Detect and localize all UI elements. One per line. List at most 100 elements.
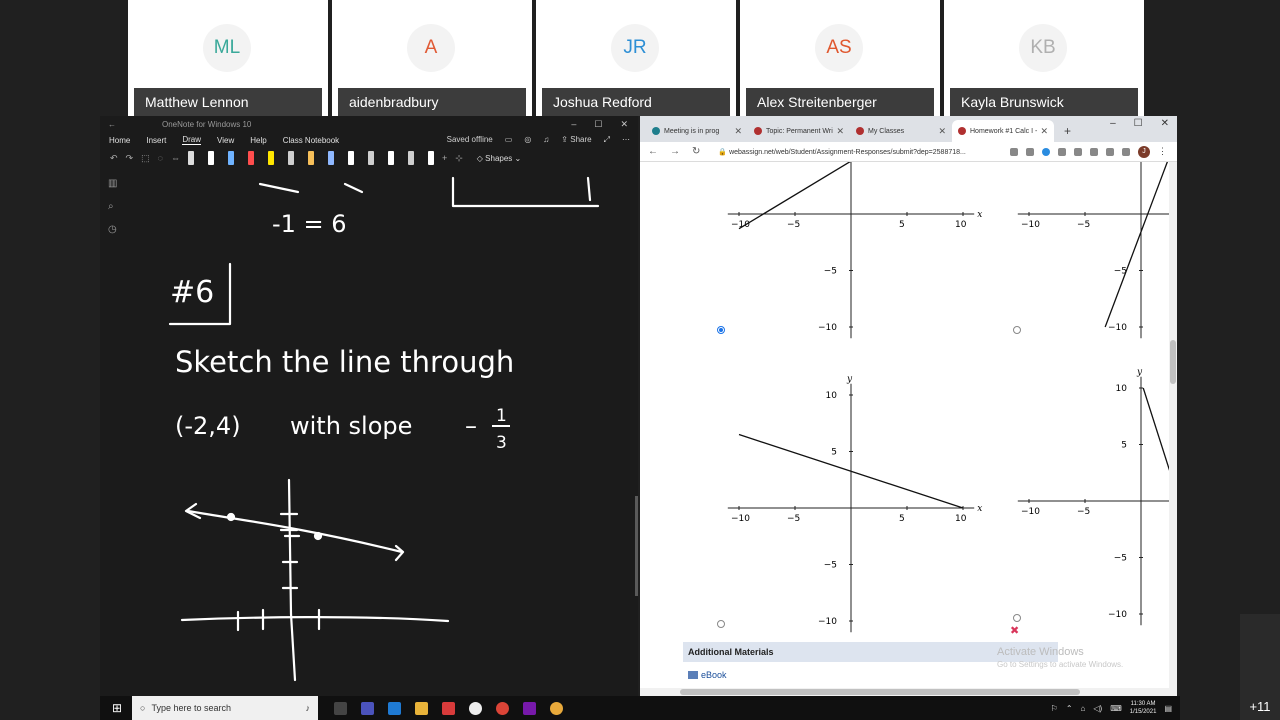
back-arrow-icon[interactable]: ← [108, 120, 116, 129]
shapes-button[interactable]: ◇ Shapes ⌄ [477, 154, 521, 163]
minimize-icon[interactable]: – [571, 119, 576, 130]
pen-tool-icon[interactable] [187, 151, 194, 165]
zoom-icon[interactable] [1010, 147, 1018, 156]
more-participants-count[interactable]: +11 [1240, 614, 1280, 720]
tab-draw[interactable]: Draw [182, 135, 202, 145]
puzzle-icon[interactable] [1122, 147, 1130, 156]
windows-start-icon[interactable]: ⊞ [106, 697, 128, 719]
maximize-icon[interactable]: ☐ [594, 119, 602, 130]
back-icon[interactable]: ← [648, 146, 658, 157]
pen-tool-icon[interactable] [287, 151, 294, 165]
participant-tile[interactable]: KB Kayla Brunswick [944, 0, 1144, 116]
vertical-scrollbar[interactable] [1169, 162, 1177, 696]
onenote-icon[interactable] [523, 701, 536, 715]
lightbulb-icon[interactable]: ◎ [524, 135, 531, 145]
browser-tab[interactable]: My Classes ✕ [850, 120, 952, 142]
tab-class-notebook[interactable]: Class Notebook [283, 136, 339, 145]
extension-icon[interactable] [1090, 147, 1098, 156]
pen-tool-icon[interactable] [207, 151, 214, 165]
ink-to-shape-icon[interactable]: ⊹ [455, 153, 463, 164]
network-icon[interactable]: ⌂ [1081, 704, 1086, 713]
chrome-icon[interactable] [496, 701, 509, 715]
tab-close-icon[interactable]: ✕ [1040, 126, 1048, 137]
horizontal-scrollbar[interactable] [640, 688, 1177, 696]
url-field[interactable]: 🔒 webassign.net/web/Student/Assignment-R… [718, 148, 965, 156]
pen-tool-icon[interactable] [387, 151, 394, 165]
notifications-icon[interactable]: ▤ [1164, 704, 1172, 713]
store-icon[interactable] [442, 701, 455, 715]
tab-home[interactable]: Home [109, 136, 130, 145]
ink-canvas[interactable]: -1 = 6 #6 Sketch the line through (-2,4)… [100, 174, 638, 696]
forward-icon[interactable]: → [670, 146, 680, 157]
more-icon[interactable]: ⋯ [622, 135, 630, 145]
extension-icon[interactable] [1074, 147, 1082, 156]
add-pen-icon[interactable]: + [442, 153, 447, 163]
pen-tool-icon[interactable] [407, 151, 414, 165]
tab-help[interactable]: Help [250, 136, 266, 145]
share-button[interactable]: ⇪ Share [561, 135, 591, 145]
onenote-scrollbar[interactable] [635, 496, 638, 596]
pen-tool-icon[interactable] [307, 151, 314, 165]
task-view-icon[interactable] [334, 701, 347, 715]
scroll-thumb[interactable] [1170, 340, 1176, 384]
pen-tool-icon[interactable] [327, 151, 334, 165]
extension-icon[interactable] [1058, 147, 1066, 156]
pen-tool-icon[interactable] [367, 151, 374, 165]
clock[interactable]: 11:30 AM 1/15/2021 [1130, 700, 1157, 716]
microphone-icon[interactable]: ♪ [306, 703, 319, 713]
redo-icon[interactable]: ↷ [126, 153, 134, 164]
expand-icon[interactable]: ⤢ [604, 135, 610, 145]
answer-radio[interactable] [1013, 614, 1021, 622]
extension-icon[interactable] [1106, 147, 1114, 156]
new-tab-icon[interactable]: + [1064, 124, 1071, 138]
close-icon[interactable]: ✕ [620, 119, 628, 130]
edge-icon[interactable] [388, 701, 401, 715]
lasso-icon[interactable]: ⬚ [141, 153, 150, 164]
bell-icon[interactable]: ♫ [543, 135, 549, 145]
kebab-menu-icon[interactable]: ⋮ [1158, 146, 1167, 157]
answer-radio[interactable] [1013, 326, 1021, 334]
pen-tool-icon[interactable] [427, 151, 434, 165]
answer-radio-selected[interactable] [719, 328, 723, 332]
file-explorer-icon[interactable] [415, 701, 428, 715]
participant-tile[interactable]: JR Joshua Redford [536, 0, 736, 116]
tab-insert[interactable]: Insert [146, 136, 166, 145]
people-icon[interactable]: ⚐ [1051, 704, 1058, 713]
tab-view[interactable]: View [217, 136, 234, 145]
language-icon[interactable]: ⌨ [1110, 704, 1122, 713]
pen-tool-icon[interactable] [347, 151, 354, 165]
teams-icon[interactable] [361, 701, 374, 715]
undo-icon[interactable]: ↶ [110, 153, 118, 164]
skype-icon[interactable] [1042, 147, 1050, 156]
browser-tab[interactable]: Meeting is in prog ✕ [646, 120, 748, 142]
reload-icon[interactable]: ↻ [692, 146, 700, 157]
volume-icon[interactable]: ◁) [1093, 704, 1102, 713]
tab-close-icon[interactable]: ✕ [836, 126, 844, 137]
pen-tool-icon[interactable] [247, 151, 254, 165]
profile-avatar[interactable]: J [1138, 145, 1150, 158]
avatar: KB [1019, 24, 1067, 72]
pen-tool-icon[interactable] [267, 151, 274, 165]
tab-close-icon[interactable]: ✕ [734, 126, 742, 137]
pen-tool-icon[interactable] [227, 151, 234, 165]
minimize-icon[interactable]: – [1110, 118, 1116, 129]
participant-tile[interactable]: A aidenbradbury [332, 0, 532, 116]
show-hidden-icon[interactable]: ⌃ [1066, 704, 1073, 713]
ebook-link[interactable]: eBook [688, 670, 727, 680]
answer-radio[interactable] [717, 620, 725, 628]
eraser-icon[interactable]: ◌ [158, 153, 163, 163]
scroll-thumb[interactable] [680, 689, 1080, 695]
tab-close-icon[interactable]: ✕ [938, 126, 946, 137]
browser-tab[interactable]: Topic: Permanent Wri ✕ [748, 120, 850, 142]
whiteboard-icon[interactable] [469, 701, 482, 715]
close-icon[interactable]: ✕ [1161, 118, 1169, 129]
maximize-icon[interactable]: ☐ [1134, 118, 1143, 129]
taskbar-search-box[interactable]: ○ Type here to search ♪ [132, 696, 318, 720]
tablet-icon[interactable]: ▭ [505, 135, 513, 145]
participant-tile[interactable]: AS Alex Streitenberger [740, 0, 940, 116]
bookmark-star-icon[interactable] [1026, 147, 1034, 156]
chrome-icon[interactable] [550, 701, 563, 715]
browser-tab-active[interactable]: Homework #1 Calc I - ✕ [952, 120, 1054, 142]
participant-tile[interactable]: ML Matthew Lennon [128, 0, 328, 116]
ruler-icon[interactable]: ⇔ [171, 153, 180, 163]
